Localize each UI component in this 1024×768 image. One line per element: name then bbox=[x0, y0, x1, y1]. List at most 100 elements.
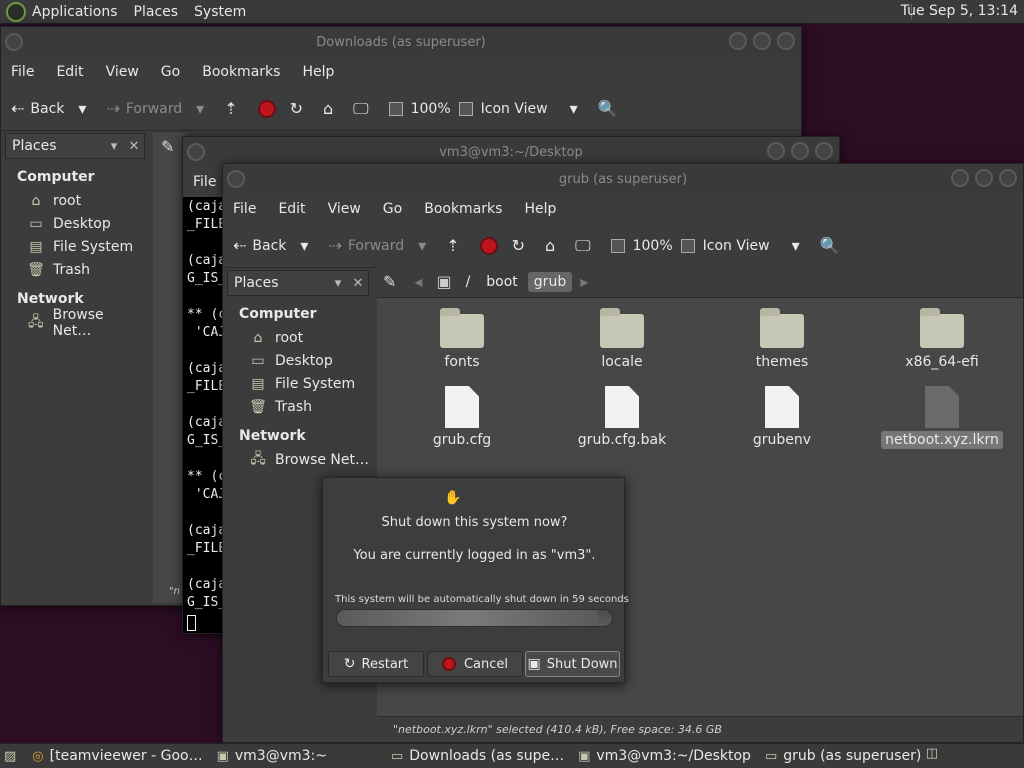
search-button[interactable]: 🔍 bbox=[820, 236, 846, 255]
close-icon[interactable] bbox=[999, 169, 1017, 187]
sidebar-item-filesystem[interactable]: ▤ File System bbox=[5, 235, 145, 258]
folder-item[interactable]: themes bbox=[717, 308, 847, 370]
menu-help[interactable]: Help bbox=[524, 201, 556, 217]
window-menu-icon[interactable] bbox=[5, 33, 23, 51]
folder-item[interactable]: locale bbox=[557, 308, 687, 370]
close-icon[interactable] bbox=[777, 32, 795, 50]
crumb-grub[interactable]: grub bbox=[527, 271, 573, 292]
maximize-icon[interactable] bbox=[975, 169, 993, 187]
clock[interactable]: Tue Sep 5, 13:14 bbox=[901, 3, 1018, 19]
menu-bookmarks[interactable]: Bookmarks bbox=[424, 201, 502, 217]
file-item-selected[interactable]: netboot.xyz.lkrn bbox=[877, 386, 1007, 449]
sidebar-item-filesystem[interactable]: ▤ File System bbox=[227, 372, 369, 395]
menu-edit[interactable]: Edit bbox=[278, 201, 305, 217]
up-button[interactable]: ⇡ bbox=[446, 236, 465, 255]
home-button[interactable]: ⌂ bbox=[545, 236, 561, 255]
chevron-down-icon[interactable]: ▾ bbox=[78, 99, 86, 118]
back-button[interactable]: ⇠ Back ▾ bbox=[233, 236, 314, 255]
task-terminal-home[interactable]: ▣ vm3@vm3:~ bbox=[217, 748, 327, 764]
file-item[interactable]: grub.cfg.bak bbox=[557, 386, 687, 448]
show-desktop-button[interactable]: ▨ bbox=[4, 749, 22, 764]
sidebar-item-trash[interactable]: 🗑 Trash bbox=[5, 258, 145, 281]
chevron-down-icon[interactable]: ▾ bbox=[300, 236, 308, 255]
chevron-left-icon[interactable]: ◂ bbox=[414, 272, 422, 291]
zoom-in-icon[interactable] bbox=[458, 101, 473, 116]
task-grub[interactable]: ▭ grub (as superuser) bbox=[765, 748, 921, 764]
path-separator[interactable]: / bbox=[460, 272, 477, 292]
view-mode-select[interactable]: Icon View bbox=[481, 101, 548, 117]
zoom-control[interactable]: 100% Icon View ▾ bbox=[388, 99, 584, 118]
up-button[interactable]: ⇡ bbox=[224, 99, 243, 118]
forward-button[interactable]: ⇢ Forward ▾ bbox=[328, 236, 432, 255]
menu-applications[interactable]: Applications bbox=[32, 4, 118, 20]
search-button[interactable]: 🔍 bbox=[598, 99, 624, 118]
folder-item[interactable]: fonts bbox=[397, 308, 527, 370]
chevron-right-icon[interactable]: ▸ bbox=[580, 272, 588, 291]
chevron-down-icon[interactable]: ▾ bbox=[328, 276, 348, 291]
menu-file[interactable]: File bbox=[11, 64, 34, 80]
sidebar-item-root[interactable]: ⌂ root bbox=[227, 326, 369, 349]
chevron-down-icon[interactable]: ▾ bbox=[570, 99, 578, 118]
chevron-down-icon[interactable]: ▾ bbox=[104, 139, 124, 154]
forward-button[interactable]: ⇢ Forward ▾ bbox=[106, 99, 210, 118]
terminal-menu-file[interactable]: File bbox=[193, 174, 216, 190]
back-button[interactable]: ⇠ Back ▾ bbox=[11, 99, 92, 118]
crumb-boot[interactable]: boot bbox=[480, 272, 524, 292]
chevron-down-icon[interactable]: ▾ bbox=[792, 236, 800, 255]
grub-titlebar[interactable]: grub (as superuser) bbox=[223, 164, 1023, 194]
places-select[interactable]: Places bbox=[234, 275, 328, 291]
shutdown-button[interactable]: ▣ Shut Down bbox=[525, 651, 620, 677]
menu-edit[interactable]: Edit bbox=[56, 64, 83, 80]
reload-button[interactable]: ↻ bbox=[290, 99, 309, 118]
chevron-down-icon[interactable]: ▾ bbox=[196, 99, 204, 118]
stop-button[interactable] bbox=[479, 236, 498, 255]
menu-view[interactable]: View bbox=[106, 64, 139, 80]
menu-file[interactable]: File bbox=[233, 201, 256, 217]
sidebar-item-trash[interactable]: 🗑 Trash bbox=[227, 395, 369, 418]
task-teamviewer[interactable]: ◎ [teamvieewer - Goo… bbox=[32, 748, 202, 764]
file-item[interactable]: grub.cfg bbox=[397, 386, 527, 448]
reload-button[interactable]: ↻ bbox=[512, 236, 531, 255]
sidebar-item-desktop[interactable]: ▭ Desktop bbox=[5, 212, 145, 235]
drive-icon[interactable]: ▣ bbox=[436, 272, 451, 291]
file-item[interactable]: grubenv bbox=[717, 386, 847, 448]
close-sidebar-icon[interactable]: ✕ bbox=[348, 276, 368, 291]
menu-system[interactable]: System bbox=[194, 4, 246, 20]
task-terminal-desktop[interactable]: ▣ vm3@vm3:~/Desktop bbox=[578, 748, 751, 764]
edit-path-icon[interactable]: ✎ bbox=[383, 272, 396, 291]
close-icon[interactable] bbox=[815, 142, 833, 160]
menu-help[interactable]: Help bbox=[302, 64, 334, 80]
menu-go[interactable]: Go bbox=[161, 64, 180, 80]
edit-path-icon[interactable]: ✎ bbox=[161, 137, 174, 156]
window-menu-icon[interactable] bbox=[187, 143, 205, 161]
stop-button[interactable] bbox=[257, 99, 276, 118]
downloads-titlebar[interactable]: Downloads (as superuser) bbox=[1, 27, 801, 57]
maximize-icon[interactable] bbox=[791, 142, 809, 160]
places-select[interactable]: Places bbox=[12, 138, 104, 154]
menu-places[interactable]: Places bbox=[134, 4, 179, 20]
restart-button[interactable]: ↻ Restart bbox=[328, 651, 424, 677]
sidebar-item-desktop[interactable]: ▭ Desktop bbox=[227, 349, 369, 372]
workspace-switcher-icon[interactable]: ◫ bbox=[926, 746, 944, 761]
zoom-in-icon[interactable] bbox=[680, 238, 695, 253]
menu-view[interactable]: View bbox=[328, 201, 361, 217]
minimize-icon[interactable] bbox=[767, 142, 785, 160]
window-menu-icon[interactable] bbox=[227, 170, 245, 188]
computer-button[interactable]: 🖵 bbox=[353, 99, 374, 119]
task-downloads[interactable]: ▭ Downloads (as supe… bbox=[391, 748, 564, 764]
minimize-icon[interactable] bbox=[729, 32, 747, 50]
menu-go[interactable]: Go bbox=[383, 201, 402, 217]
zoom-out-icon[interactable] bbox=[610, 238, 625, 253]
zoom-control[interactable]: 100% Icon View ▾ bbox=[610, 236, 806, 255]
minimize-icon[interactable] bbox=[951, 169, 969, 187]
close-sidebar-icon[interactable]: ✕ bbox=[124, 139, 144, 154]
chevron-down-icon[interactable]: ▾ bbox=[418, 236, 426, 255]
sidebar-item-root[interactable]: ⌂ root bbox=[5, 189, 145, 212]
cancel-button[interactable]: Cancel bbox=[427, 651, 523, 677]
terminal-output[interactable]: (caja _FILE (caja G_IS_ ** (c 'CAJ (caja _FILE… bbox=[183, 197, 226, 633]
maximize-icon[interactable] bbox=[753, 32, 771, 50]
computer-button[interactable]: 🖵 bbox=[575, 236, 596, 256]
sidebar-item-browse-network[interactable]: 🖧 Browse Net… bbox=[5, 307, 145, 339]
sidebar-item-browse-network[interactable]: 🖧 Browse Net… bbox=[227, 448, 369, 471]
zoom-out-icon[interactable] bbox=[388, 101, 403, 116]
